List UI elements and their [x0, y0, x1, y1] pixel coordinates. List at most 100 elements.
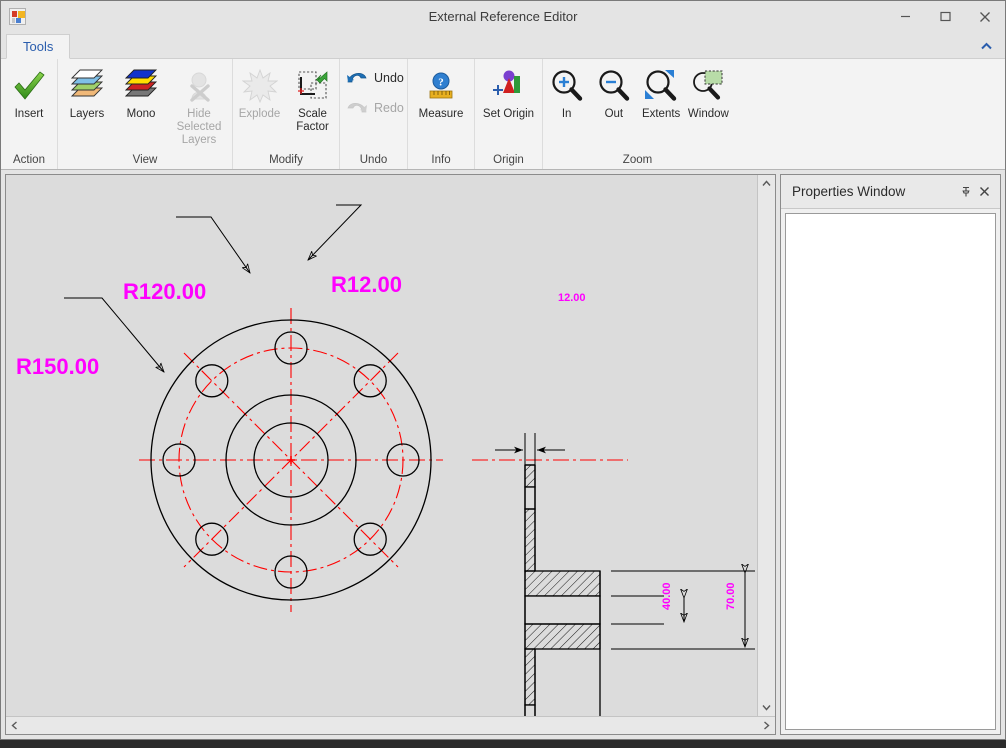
mono-button[interactable]: Mono: [114, 63, 168, 121]
scroll-right-arrow[interactable]: [758, 717, 775, 734]
ribbon-group-info-label: Info: [408, 152, 474, 169]
set-origin-button[interactable]: Set Origin: [478, 63, 540, 121]
ribbon: Insert Action: [1, 59, 1005, 170]
ribbon-group-view-label: View: [58, 152, 232, 169]
layers-stack-icon: [69, 67, 105, 105]
measure-ruler-icon: ?: [425, 67, 457, 105]
dim-label-r150: R150.00: [16, 354, 99, 379]
hide-selected-layers-label: Hide Selected Layers: [170, 108, 228, 147]
zoom-window-button[interactable]: Window: [685, 63, 732, 121]
window-controls: [885, 1, 1005, 32]
layers-button[interactable]: Layers: [60, 63, 114, 121]
close-button[interactable]: [965, 1, 1005, 32]
cad-drawing: R150.00 R120.00 R12.00 12.00 82.00 40.00…: [6, 175, 757, 716]
title-bar: External Reference Editor: [1, 1, 1005, 32]
leader-r120: [176, 217, 250, 273]
measure-label: Measure: [419, 108, 464, 121]
zoom-in-icon: [550, 67, 584, 105]
redo-label: Redo: [374, 102, 404, 115]
dim-label-r120: R120.00: [123, 279, 206, 304]
minimize-button[interactable]: [885, 1, 925, 32]
zoom-out-label: Out: [605, 108, 624, 121]
green-check-icon: [11, 67, 47, 105]
canvas-vertical-scrollbar[interactable]: [757, 175, 775, 716]
ribbon-group-origin: Set Origin Origin: [474, 59, 542, 169]
maximize-button[interactable]: [925, 1, 965, 32]
ribbon-group-origin-label: Origin: [475, 152, 542, 169]
scroll-left-arrow[interactable]: [6, 717, 23, 734]
ribbon-group-zoom-label: Zoom: [543, 152, 732, 169]
drawing-pane: R150.00 R120.00 R12.00 12.00 82.00 40.00…: [5, 174, 776, 735]
app-grid-icon: [9, 8, 26, 25]
ribbon-group-action: Insert Action: [1, 59, 57, 169]
ribbon-group-info: ? Measure Info: [407, 59, 474, 169]
ribbon-group-action-label: Action: [1, 152, 57, 169]
hide-selected-layers-button[interactable]: Hide Selected Layers: [168, 63, 230, 147]
undo-arrow-icon: [344, 66, 370, 90]
scale-factor-label: Scale Factor: [288, 108, 337, 134]
front-view-leaders: [64, 205, 361, 372]
zoom-extents-button[interactable]: Extents: [638, 63, 685, 121]
canvas-horizontal-scrollbar[interactable]: [6, 716, 775, 734]
layers-label: Layers: [70, 108, 105, 121]
insert-button[interactable]: Insert: [2, 63, 56, 121]
mono-label: Mono: [127, 108, 156, 121]
properties-window: Properties Window: [780, 174, 1001, 735]
screenshot-root: External Reference Editor Tools: [0, 0, 1006, 748]
ribbon-group-modify: Explode Scale Factor Modify: [232, 59, 339, 169]
properties-header: Properties Window: [781, 175, 1000, 209]
zoom-extents-icon: [644, 67, 678, 105]
redo-button[interactable]: Redo: [340, 93, 412, 123]
ribbon-group-modify-label: Modify: [233, 152, 339, 169]
zoom-window-icon: [691, 67, 725, 105]
leader-r12: [308, 205, 361, 260]
main-body: R150.00 R120.00 R12.00 12.00 82.00 40.00…: [1, 170, 1005, 739]
svg-text:?: ?: [438, 77, 444, 89]
bolt-hole: [196, 365, 228, 397]
properties-content[interactable]: [785, 213, 996, 730]
explode-button[interactable]: Explode: [233, 63, 286, 121]
tab-tools[interactable]: Tools: [6, 34, 70, 59]
dim-label-12: 12.00: [558, 292, 586, 304]
explode-label: Explode: [239, 108, 281, 121]
scale-factor-button[interactable]: Scale Factor: [286, 63, 339, 134]
scale-factor-icon: [295, 67, 331, 105]
window-title: External Reference Editor: [1, 1, 1005, 32]
zoom-out-button[interactable]: Out: [590, 63, 637, 121]
undo-button[interactable]: Undo: [340, 63, 412, 93]
scroll-up-arrow[interactable]: [758, 175, 775, 192]
zoom-window-label: Window: [688, 108, 729, 121]
undo-label: Undo: [374, 72, 404, 85]
zoom-in-label: In: [562, 108, 572, 121]
set-origin-icon: [490, 67, 528, 105]
measure-button[interactable]: ? Measure: [410, 63, 472, 121]
cad-canvas[interactable]: R150.00 R120.00 R12.00 12.00 82.00 40.00…: [6, 175, 757, 716]
ribbon-group-undo-label: Undo: [340, 152, 407, 169]
section-profile: [525, 465, 600, 716]
ribbon-tab-strip: Tools: [1, 32, 1005, 59]
scroll-down-arrow[interactable]: [758, 699, 775, 716]
explode-starburst-icon: [242, 67, 278, 105]
dim-label-r12: R12.00: [331, 272, 402, 297]
ribbon-group-undo: Undo Redo Undo: [339, 59, 407, 169]
dim-rim-thickness: [495, 433, 565, 467]
zoom-in-button[interactable]: In: [543, 63, 590, 121]
ribbon-group-zoom: In Out: [542, 59, 732, 169]
redo-arrow-icon: [344, 96, 370, 120]
dim-label-40: 40.00: [661, 582, 673, 610]
set-origin-label: Set Origin: [483, 108, 534, 121]
pin-icon[interactable]: [956, 182, 975, 201]
properties-title: Properties Window: [792, 184, 956, 199]
zoom-extents-label: Extents: [642, 108, 680, 121]
hide-layers-icon: [181, 67, 217, 105]
ribbon-group-view: Layers Mono: [57, 59, 232, 169]
dim-label-70: 70.00: [725, 582, 737, 610]
mono-layers-icon: [123, 67, 159, 105]
application-window: External Reference Editor Tools: [0, 0, 1006, 740]
insert-label: Insert: [15, 108, 44, 121]
section-view: [472, 433, 755, 716]
front-view: [139, 308, 443, 612]
properties-close-icon[interactable]: [975, 182, 994, 201]
bolt-hole: [354, 365, 386, 397]
ribbon-collapse-button[interactable]: [977, 37, 995, 55]
